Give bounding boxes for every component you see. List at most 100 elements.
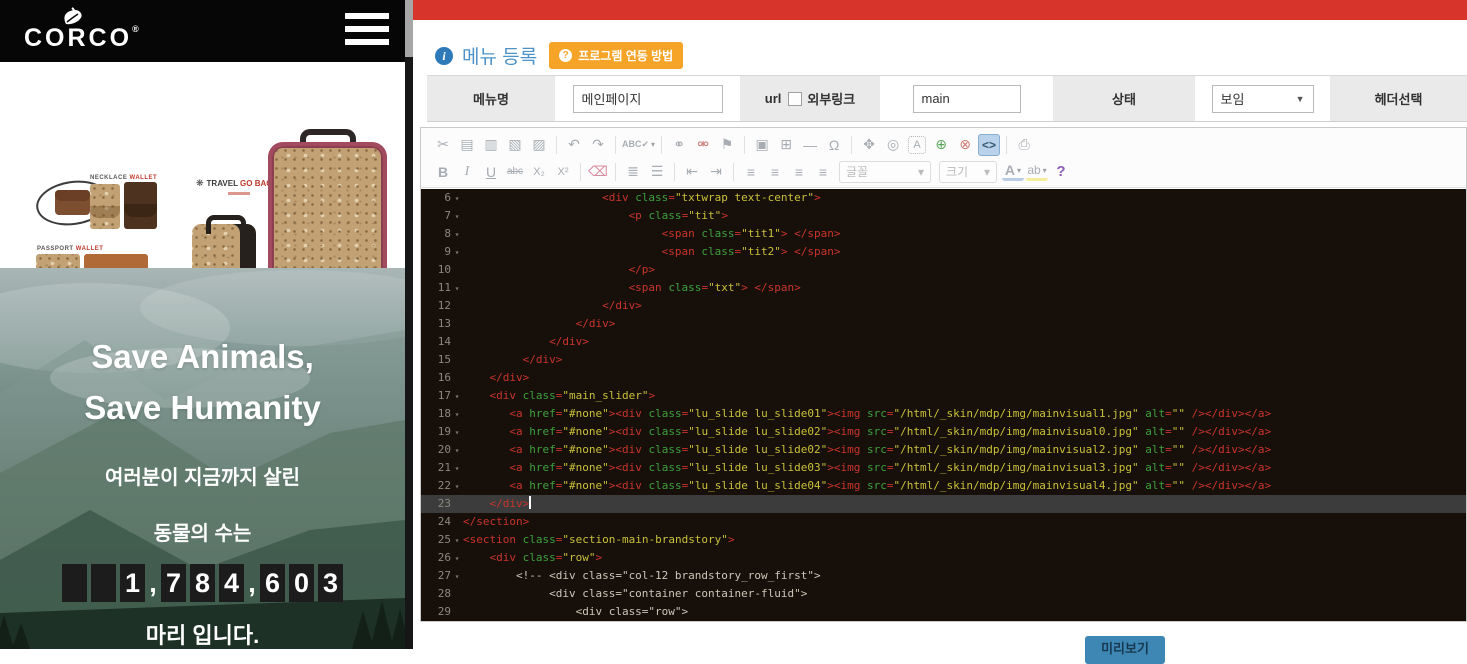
code-line[interactable]: 15 </div> xyxy=(421,351,1466,369)
fold-arrow-icon[interactable]: ▾ xyxy=(451,208,463,226)
code-line[interactable]: 29 <div class="row"> xyxy=(421,603,1466,621)
anchor-icon[interactable]: ⚑ xyxy=(716,134,738,156)
passport-wallet-open-image[interactable] xyxy=(84,254,148,268)
preview-button[interactable]: 미리보기 xyxy=(1085,636,1165,664)
special-char-icon[interactable]: Ω xyxy=(823,134,845,156)
unlink-icon[interactable]: ⚮ xyxy=(692,134,714,156)
fold-arrow-icon[interactable]: ▾ xyxy=(451,280,463,298)
external-link-checkbox[interactable] xyxy=(788,92,802,106)
font-name-dropdown[interactable]: 글꼴▾ xyxy=(839,161,931,183)
paste-text-icon[interactable]: ▧ xyxy=(504,134,526,156)
fold-arrow-icon[interactable]: ▾ xyxy=(451,532,463,550)
code-line[interactable]: 13 </div> xyxy=(421,315,1466,333)
fold-arrow-icon[interactable]: ▾ xyxy=(451,244,463,262)
code-line[interactable]: 11▾ <span class="txt"> </span> xyxy=(421,279,1466,297)
menu-name-input[interactable] xyxy=(573,85,723,113)
copy-icon[interactable]: ▤ xyxy=(456,134,478,156)
hamburger-menu-icon[interactable] xyxy=(345,13,389,49)
toolbar-row-2: BIUabcX₂X²⌫≣☰⇤⇥≡≡≡≡글꼴▾크기▾A▾ab▾? xyxy=(431,158,1456,185)
italic-icon[interactable]: I xyxy=(456,161,478,183)
superscript-icon[interactable]: X² xyxy=(552,161,574,183)
fold-arrow-icon[interactable]: ▾ xyxy=(451,406,463,424)
fold-arrow-icon[interactable]: ▾ xyxy=(451,460,463,478)
print-icon[interactable]: ⎙ xyxy=(1013,134,1035,156)
remove-format-icon[interactable]: ⌫ xyxy=(587,161,609,183)
code-line[interactable]: 17▾ <div class="main_slider"> xyxy=(421,387,1466,405)
status-select[interactable]: 보임 ▼ xyxy=(1212,85,1314,113)
program-link-help-button[interactable]: ? 프로그램 연동 방법 xyxy=(549,42,683,69)
code-line[interactable]: 28 <div class="container container-fluid… xyxy=(421,585,1466,603)
code-line[interactable]: 23 </div> xyxy=(421,495,1466,513)
passport-wallet-cork-image[interactable] xyxy=(36,254,80,268)
align-center-icon[interactable]: ≡ xyxy=(764,161,786,183)
align-left-icon[interactable]: ≡ xyxy=(740,161,762,183)
undo-icon[interactable]: ↶ xyxy=(563,134,585,156)
align-justify-icon[interactable]: ≡ xyxy=(812,161,834,183)
spellcheck-icon[interactable]: ABC✔▾ xyxy=(622,134,655,156)
url-input[interactable] xyxy=(913,85,1021,113)
link-icon[interactable]: ⚭ xyxy=(668,134,690,156)
travel-go-bag-image[interactable] xyxy=(268,142,387,268)
image-icon[interactable]: ▣ xyxy=(751,134,773,156)
subscript-icon[interactable]: X₂ xyxy=(528,161,550,183)
numbered-list-icon[interactable]: ≣ xyxy=(622,161,644,183)
horizontal-rule-icon[interactable]: ― xyxy=(799,134,821,156)
scrollbar-thumb[interactable] xyxy=(405,0,413,57)
comment-add-icon[interactable]: ⊕ xyxy=(930,134,952,156)
font-size-dropdown[interactable]: 크기▾ xyxy=(939,161,997,183)
code-line[interactable]: 24 </section> xyxy=(421,513,1466,531)
fold-arrow-icon[interactable]: ▾ xyxy=(451,190,463,208)
code-line[interactable]: 25▾<section class="section-main-brandsto… xyxy=(421,531,1466,549)
bg-color-icon[interactable]: ab▾ xyxy=(1026,162,1048,181)
text-color-icon[interactable]: A▾ xyxy=(1002,162,1024,181)
redo-icon[interactable]: ↷ xyxy=(587,134,609,156)
outdent-icon[interactable]: ⇤ xyxy=(681,161,703,183)
find-replace-icon[interactable]: ◎ xyxy=(882,134,904,156)
fold-arrow-icon[interactable]: ▾ xyxy=(451,550,463,568)
select-all-icon[interactable]: A xyxy=(908,136,926,154)
code-line[interactable]: 16 </div> xyxy=(421,369,1466,387)
line-number: 10 xyxy=(421,261,451,279)
source-icon[interactable]: <> xyxy=(978,134,1000,156)
code-line[interactable]: 7▾ <p class="tit"> xyxy=(421,207,1466,225)
maximize-icon[interactable]: ✥ xyxy=(858,134,880,156)
fold-arrow-icon[interactable]: ▾ xyxy=(451,424,463,442)
line-number: 9 xyxy=(421,243,451,261)
fold-arrow-icon[interactable]: ▾ xyxy=(451,442,463,460)
align-right-icon[interactable]: ≡ xyxy=(788,161,810,183)
bulleted-list-icon[interactable]: ☰ xyxy=(646,161,668,183)
paste-icon[interactable]: ▥ xyxy=(480,134,502,156)
indent-icon[interactable]: ⇥ xyxy=(705,161,727,183)
code-line[interactable]: 9▾ <span class="tit2"> </span> xyxy=(421,243,1466,261)
code-line[interactable]: 20▾ <a href="#none"><div class="lu_slide… xyxy=(421,441,1466,459)
necklace-wallet-image[interactable] xyxy=(55,190,90,215)
fold-arrow-icon[interactable]: ▾ xyxy=(451,388,463,406)
comment-remove-icon[interactable]: ⊗ xyxy=(954,134,976,156)
code-line[interactable]: 19▾ <a href="#none"><div class="lu_slide… xyxy=(421,423,1466,441)
fold-arrow-icon[interactable]: ▾ xyxy=(451,568,463,586)
card-wallet-brown-image[interactable] xyxy=(124,182,157,229)
underline-icon[interactable]: U xyxy=(480,161,502,183)
strikethrough-icon[interactable]: abc xyxy=(504,161,526,183)
paste-word-icon[interactable]: ▨ xyxy=(528,134,550,156)
code-line[interactable]: 27▾ <!-- <div class="col-12 brandstory_r… xyxy=(421,567,1466,585)
code-line[interactable]: 12 </div> xyxy=(421,297,1466,315)
table-icon[interactable]: ⊞ xyxy=(775,134,797,156)
code-line[interactable]: 21▾ <a href="#none"><div class="lu_slide… xyxy=(421,459,1466,477)
code-area[interactable]: 6▾ <div class="txtwrap text-center">7▾ <… xyxy=(421,189,1466,621)
bold-icon[interactable]: B xyxy=(432,161,454,183)
code-line[interactable]: 8▾ <span class="tit1"> </span> xyxy=(421,225,1466,243)
cut-icon[interactable]: ✂ xyxy=(432,134,454,156)
card-wallet-cork-image[interactable] xyxy=(90,184,120,229)
fold-arrow-icon[interactable]: ▾ xyxy=(451,478,463,496)
small-backpack-image[interactable] xyxy=(192,224,256,268)
fold-arrow-icon[interactable]: ▾ xyxy=(451,226,463,244)
code-line[interactable]: 18▾ <a href="#none"><div class="lu_slide… xyxy=(421,405,1466,423)
code-line[interactable]: 14 </div> xyxy=(421,333,1466,351)
code-line[interactable]: 10 </p> xyxy=(421,261,1466,279)
code-line[interactable]: 6▾ <div class="txtwrap text-center"> xyxy=(421,189,1466,207)
code-line[interactable]: 26▾ <div class="row"> xyxy=(421,549,1466,567)
code-line[interactable]: 22▾ <a href="#none"><div class="lu_slide… xyxy=(421,477,1466,495)
about-icon[interactable]: ? xyxy=(1050,161,1072,183)
preview-scrollbar[interactable] xyxy=(405,0,413,649)
